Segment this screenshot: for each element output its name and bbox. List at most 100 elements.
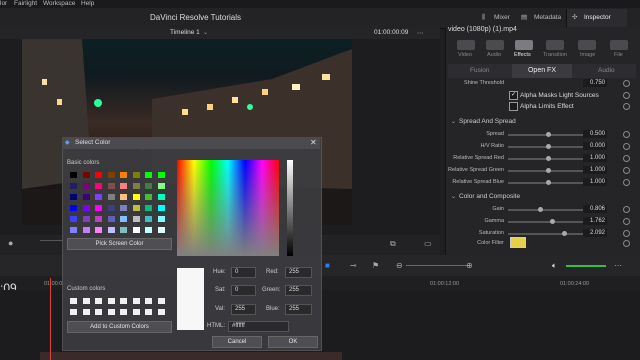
spread-prop-value[interactable]: 0.000: [583, 142, 607, 150]
basic-color-swatch[interactable]: [70, 216, 77, 222]
basic-color-swatch[interactable]: [120, 205, 127, 211]
basic-color-swatch[interactable]: [132, 172, 140, 178]
chevron-down-icon[interactable]: ⌄: [451, 118, 456, 125]
basic-color-swatch[interactable]: [157, 194, 165, 200]
color-prop-value[interactable]: 1.762: [583, 217, 607, 225]
tab-video[interactable]: Video: [458, 52, 472, 58]
custom-color-swatch[interactable]: [132, 298, 140, 304]
chevron-down-icon[interactable]: ⌄: [203, 29, 208, 36]
snap-icon[interactable]: ■: [325, 261, 330, 270]
basic-color-swatch[interactable]: [70, 172, 77, 178]
reset-icon[interactable]: [623, 131, 630, 138]
custom-color-swatch[interactable]: [157, 309, 165, 315]
flag-icon[interactable]: ⚑: [372, 261, 379, 270]
color-prop-value[interactable]: 2.092: [583, 229, 607, 237]
image-tab-icon[interactable]: [578, 40, 596, 50]
custom-color-swatch[interactable]: [120, 298, 127, 304]
basic-color-swatch[interactable]: [107, 205, 115, 211]
basic-color-swatch[interactable]: [132, 205, 140, 211]
basic-color-swatch[interactable]: [157, 216, 165, 222]
spread-prop-value[interactable]: 1.000: [583, 166, 607, 174]
reset-icon[interactable]: [623, 80, 630, 87]
loop-icon[interactable]: ⧉: [390, 239, 396, 249]
custom-color-swatch[interactable]: [145, 309, 152, 315]
basic-color-swatch[interactable]: [70, 194, 77, 200]
spread-prop-slider-knob[interactable]: [546, 156, 551, 161]
basic-color-swatch[interactable]: [82, 194, 90, 200]
basic-color-swatch[interactable]: [145, 227, 152, 233]
html-field[interactable]: #ffffff: [228, 321, 289, 332]
custom-color-swatch[interactable]: [82, 309, 90, 315]
reset-icon[interactable]: [623, 143, 630, 150]
inspector-button[interactable]: Inspector: [584, 11, 611, 25]
basic-color-swatch[interactable]: [107, 183, 115, 189]
basic-color-swatch[interactable]: [95, 227, 102, 233]
color-prop-slider[interactable]: [508, 233, 588, 235]
audio-tab-icon[interactable]: [486, 40, 504, 50]
basic-color-swatch[interactable]: [95, 194, 102, 200]
video-tab-icon[interactable]: [457, 40, 475, 50]
basic-color-swatch[interactable]: [82, 227, 90, 233]
custom-color-swatch[interactable]: [82, 298, 90, 304]
metadata-button[interactable]: Metadata: [534, 11, 561, 25]
custom-color-swatch[interactable]: [70, 309, 77, 315]
link-icon[interactable]: ⊸: [350, 261, 357, 270]
reset-icon[interactable]: [623, 155, 630, 162]
basic-color-swatch[interactable]: [95, 216, 102, 222]
spread-prop-value[interactable]: 0.500: [583, 130, 607, 138]
reset-icon[interactable]: [623, 92, 630, 99]
play-icon[interactable]: ●: [8, 238, 13, 248]
basic-color-swatch[interactable]: [132, 194, 140, 200]
basic-color-swatch[interactable]: [145, 172, 152, 178]
menu-item-fairlight[interactable]: Fairlight: [14, 0, 37, 8]
custom-color-swatch[interactable]: [95, 298, 102, 304]
subtab-fusion[interactable]: Fusion: [470, 67, 490, 74]
ok-button[interactable]: OK: [268, 336, 318, 348]
custom-color-swatch[interactable]: [107, 309, 115, 315]
tab-effects[interactable]: Effects: [514, 52, 531, 58]
basic-color-swatch[interactable]: [107, 172, 115, 178]
val-field[interactable]: 255: [231, 304, 256, 315]
basic-color-swatch[interactable]: [157, 172, 165, 178]
spread-prop-value[interactable]: 1.000: [583, 178, 607, 186]
metadata-icon[interactable]: ▤: [521, 11, 531, 25]
basic-color-swatch[interactable]: [82, 183, 90, 189]
color-prop-slider-knob[interactable]: [562, 231, 567, 236]
spread-prop-slider-knob[interactable]: [546, 180, 551, 185]
cancel-button[interactable]: Cancel: [212, 336, 262, 348]
green-field[interactable]: 255: [285, 285, 312, 296]
color-prop-value[interactable]: 0.806: [583, 205, 607, 213]
viewer-options-icon[interactable]: ⋯: [417, 29, 424, 37]
alpha-masks-checkbox[interactable]: ✓: [509, 91, 518, 100]
custom-color-swatch[interactable]: [70, 298, 77, 304]
transition-tab-icon[interactable]: [546, 40, 564, 50]
basic-color-swatch[interactable]: [82, 172, 90, 178]
color-filter-swatch[interactable]: [510, 237, 526, 248]
basic-color-swatch[interactable]: [157, 205, 165, 211]
reset-icon[interactable]: [623, 103, 630, 110]
chevron-down-icon[interactable]: ⌄: [451, 193, 456, 200]
tab-file[interactable]: File: [614, 52, 623, 58]
spread-prop-value[interactable]: 1.000: [583, 154, 607, 162]
menu-item-workspace[interactable]: Workspace: [43, 0, 75, 8]
color-section-header[interactable]: Color and Composite: [459, 193, 520, 200]
spread-section-header[interactable]: Spread And Spread: [459, 118, 516, 125]
color-prop-slider-knob[interactable]: [538, 207, 543, 212]
basic-color-swatch[interactable]: [95, 183, 102, 189]
color-prop-slider[interactable]: [508, 209, 588, 211]
basic-color-swatch[interactable]: [145, 194, 152, 200]
tab-image[interactable]: Image: [580, 52, 595, 58]
menu-item-color[interactable]: lor: [0, 0, 7, 8]
color-spectrum[interactable]: [177, 160, 279, 256]
tab-audio[interactable]: Audio: [487, 52, 501, 58]
alpha-limits-checkbox[interactable]: [509, 102, 518, 111]
timeline-clip[interactable]: [40, 352, 342, 360]
basic-color-swatch[interactable]: [95, 172, 102, 178]
timeline-name[interactable]: Timeline 1: [170, 29, 200, 36]
basic-color-swatch[interactable]: [132, 183, 140, 189]
basic-color-swatch[interactable]: [157, 227, 165, 233]
spread-prop-slider-knob[interactable]: [546, 132, 551, 137]
basic-color-swatch[interactable]: [70, 183, 77, 189]
spread-prop-slider-knob[interactable]: [546, 168, 551, 173]
basic-color-swatch[interactable]: [145, 216, 152, 222]
